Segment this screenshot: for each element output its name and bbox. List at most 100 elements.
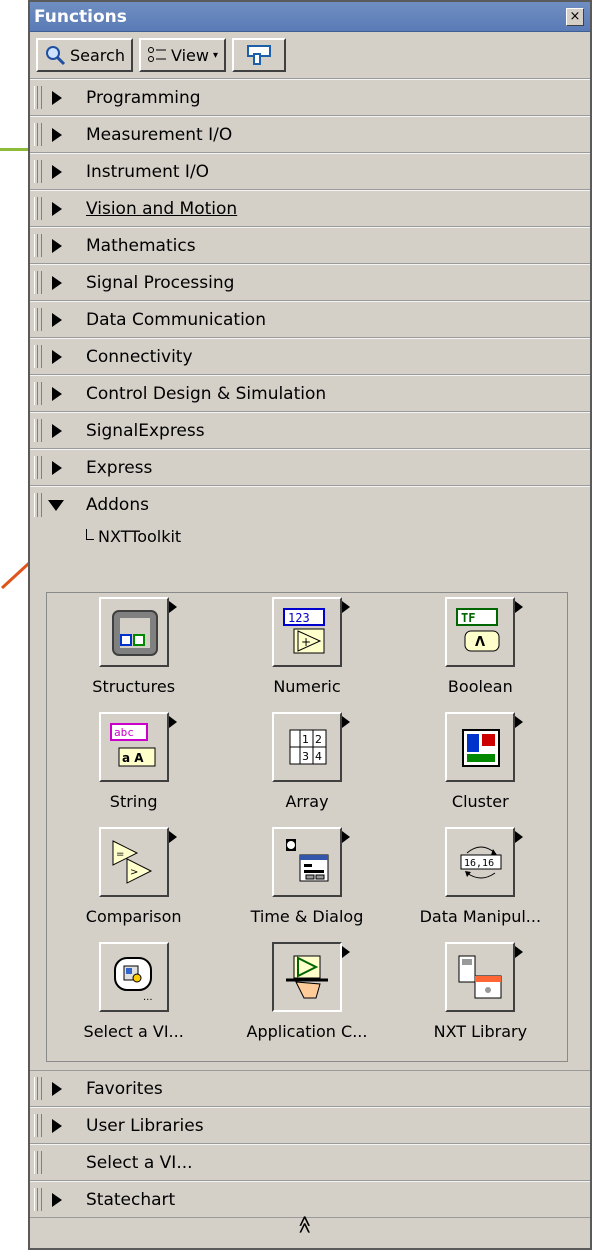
boolean-icon-text: TF (461, 611, 475, 625)
category-data-communication[interactable]: Data Communication (30, 301, 590, 338)
drag-grip[interactable] (34, 1114, 42, 1137)
svg-text:=: = (116, 849, 124, 860)
expand-arrow-icon[interactable] (52, 90, 62, 105)
palette-item-boolean[interactable]: TF Λ Boolean (394, 593, 567, 708)
palette-item-nxt-library[interactable]: NXT Library (394, 938, 567, 1053)
drag-grip[interactable] (34, 345, 42, 368)
palette-item-label: Time & Dialog (250, 907, 364, 926)
palette-item-array[interactable]: 1 2 3 4 Array (220, 708, 393, 823)
title-bar[interactable]: Functions × (30, 2, 590, 32)
drag-grip[interactable] (34, 493, 42, 517)
category-label: Programming (86, 87, 201, 108)
nxt-library-tile[interactable] (445, 942, 524, 1012)
search-button[interactable]: Search (36, 38, 133, 72)
structures-tile[interactable] (98, 597, 177, 667)
expand-arrow-icon[interactable] (52, 201, 62, 216)
palette-item-numeric[interactable]: 123 + Numeric (220, 593, 393, 708)
palette-item-select-vi[interactable]: ... Select a VI... (47, 938, 220, 1053)
expand-arrow-icon[interactable] (52, 1118, 62, 1133)
palette-item-time-dialog[interactable]: Time & Dialog (220, 823, 393, 938)
category-vision-and-motion[interactable]: Vision and Motion (30, 190, 590, 227)
palette-item-structures[interactable]: Structures (47, 593, 220, 708)
category-user-libraries[interactable]: User Libraries (30, 1107, 590, 1144)
expand-arrow-icon[interactable] (52, 386, 62, 401)
restore-window-button[interactable] (231, 38, 286, 72)
palette-item-application-control[interactable]: Application C... (220, 938, 393, 1053)
collapse-palette-icon[interactable]: ≪ (294, 1215, 315, 1234)
category-addons[interactable]: Addons (30, 486, 590, 523)
time-dialog-tile[interactable] (271, 827, 350, 897)
collapse-arrow-icon[interactable] (48, 499, 64, 511)
category-label: Measurement I/O (86, 124, 233, 145)
drag-grip[interactable] (34, 1151, 42, 1174)
palette-item-label: NXT Library (433, 1022, 528, 1041)
category-mathematics[interactable]: Mathematics (30, 227, 590, 264)
svg-text:+: + (301, 635, 311, 649)
submenu-arrow-icon (515, 946, 524, 958)
drag-grip[interactable] (34, 197, 42, 220)
category-favorites[interactable]: Favorites (30, 1070, 590, 1107)
submenu-arrow-icon (168, 831, 177, 843)
palette-item-string[interactable]: abc a A String (47, 708, 220, 823)
category-control-design-simulation[interactable]: Control Design & Simulation (30, 375, 590, 412)
drag-grip[interactable] (34, 419, 42, 442)
category-measurement-io[interactable]: Measurement I/O (30, 116, 590, 153)
category-select-a-vi[interactable]: Select a VI... (30, 1144, 590, 1181)
close-button[interactable]: × (566, 7, 584, 26)
expand-arrow-icon[interactable] (52, 312, 62, 327)
category-label: SignalExpress (86, 420, 205, 441)
palette-item-data-manipulation[interactable]: 16,16 Data Manipul... (394, 823, 567, 938)
view-button[interactable]: View ▾ (138, 38, 226, 72)
view-dropdown-icon: ▾ (212, 49, 218, 61)
subtree-item-nxttoolkit[interactable]: NXTToolkit (86, 527, 181, 546)
palette-item-label: Comparison (85, 907, 182, 926)
palette-item-label: Structures (92, 677, 176, 696)
palette-item-label: Select a VI... (83, 1022, 184, 1041)
drag-grip[interactable] (34, 382, 42, 405)
expand-arrow-icon[interactable] (52, 164, 62, 179)
expand-arrow-icon[interactable] (52, 460, 62, 475)
array-tile[interactable]: 1 2 3 4 (271, 712, 350, 782)
category-signal-processing[interactable]: Signal Processing (30, 264, 590, 301)
palette-item-cluster[interactable]: Cluster (394, 708, 567, 823)
drag-grip[interactable] (34, 1188, 42, 1211)
cluster-icon (462, 729, 501, 767)
drag-grip[interactable] (34, 308, 42, 331)
palette-item-label: Data Manipul... (419, 907, 542, 926)
category-express[interactable]: Express (30, 449, 590, 486)
category-statechart[interactable]: Statechart (30, 1181, 590, 1218)
drag-grip[interactable] (34, 123, 42, 146)
numeric-tile[interactable]: 123 + (271, 597, 350, 667)
expand-arrow-icon[interactable] (52, 423, 62, 438)
expand-arrow-icon[interactable] (52, 275, 62, 290)
drag-grip[interactable] (34, 1077, 42, 1100)
expand-arrow-icon[interactable] (52, 1081, 62, 1096)
drag-grip[interactable] (34, 160, 42, 183)
drag-grip[interactable] (34, 456, 42, 479)
submenu-arrow-icon (341, 716, 350, 728)
comparison-tile[interactable]: = > (98, 827, 177, 897)
palette-item-comparison[interactable]: = > Comparison (47, 823, 220, 938)
expand-arrow-icon[interactable] (52, 127, 62, 142)
select-vi-tile[interactable]: ... (98, 942, 169, 1012)
category-connectivity[interactable]: Connectivity (30, 338, 590, 375)
drag-grip[interactable] (34, 234, 42, 257)
drag-grip[interactable] (34, 86, 42, 109)
string-icon: abc a A (109, 723, 156, 767)
time-dialog-icon (285, 839, 329, 882)
data-manipulation-tile[interactable]: 16,16 (445, 827, 524, 897)
submenu-arrow-icon (341, 601, 350, 613)
boolean-tile[interactable]: TF Λ (445, 597, 524, 667)
palette-item-label: Array (285, 792, 329, 811)
expand-arrow-icon[interactable] (52, 349, 62, 364)
string-icon-subtext: a A (122, 751, 144, 765)
application-control-tile[interactable] (271, 942, 350, 1012)
category-programming[interactable]: Programming (30, 79, 590, 116)
cluster-tile[interactable] (445, 712, 524, 782)
string-tile[interactable]: abc a A (98, 712, 177, 782)
category-signalexpress[interactable]: SignalExpress (30, 412, 590, 449)
expand-arrow-icon[interactable] (52, 238, 62, 253)
category-instrument-io[interactable]: Instrument I/O (30, 153, 590, 190)
expand-arrow-icon[interactable] (52, 1192, 62, 1207)
drag-grip[interactable] (34, 271, 42, 294)
